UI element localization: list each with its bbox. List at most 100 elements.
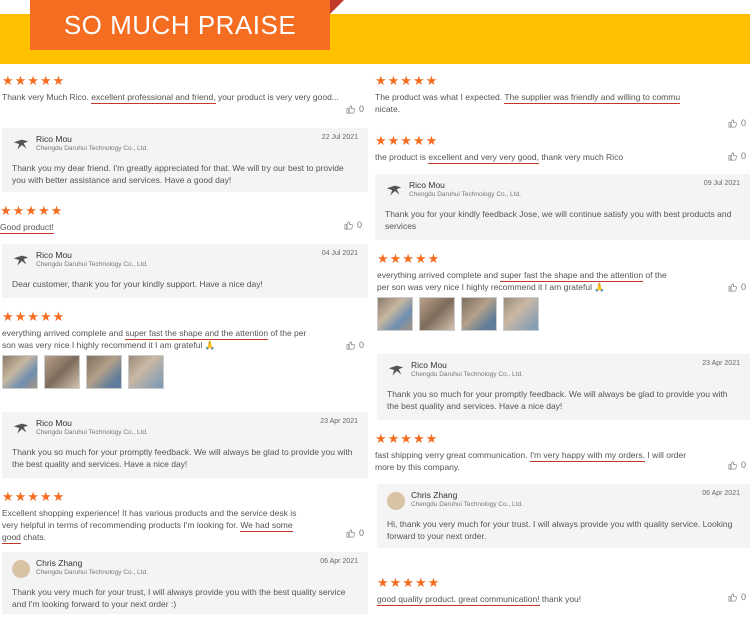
seller-company: Chengdu Daruhui Technology Co., Ltd. (36, 429, 148, 436)
like-button[interactable]: 0 (346, 340, 364, 350)
review-item: ★★★★★ Good product! 0 (0, 203, 366, 234)
seller-name: Rico Mou (36, 134, 72, 144)
seller-reply: Chris Zhang Chengdu Daruhui Technology Co… (2, 552, 368, 614)
like-button[interactable]: 0 (728, 282, 746, 292)
review-photo[interactable] (503, 297, 539, 331)
seller-name: Rico Mou (411, 360, 447, 370)
thumbs-up-icon (728, 119, 737, 127)
like-button[interactable]: 0 (346, 528, 364, 538)
review-photo[interactable] (377, 297, 413, 331)
reply-text: Thank you so much for your promptly feed… (12, 447, 353, 469)
like-button[interactable]: 0 (728, 592, 746, 602)
banner-fold (330, 0, 344, 14)
review-item: ★★★★★ good quality product. great commun… (377, 575, 750, 606)
star-rating: ★★★★★ (2, 489, 66, 504)
thumbs-up-icon (346, 105, 355, 113)
reply-text: Hi, thank you very much for your trust. … (387, 519, 733, 541)
banner: SO MUCH PRAISE (0, 0, 750, 64)
reply-date: 06 Apr 2021 (320, 558, 358, 565)
review-text: fast shipping verry great communication.… (375, 450, 687, 472)
like-button[interactable]: 0 (728, 460, 746, 470)
thumbs-up-icon (728, 283, 737, 291)
seller-company: Chengdu Daruhui Technology Co., Ltd. (411, 371, 523, 378)
review-photo[interactable] (128, 355, 164, 389)
like-count: 0 (358, 340, 364, 350)
like-count: 0 (740, 460, 746, 470)
seller-reply: Rico Mou Chengdu Daruhui Technology Co., … (2, 412, 368, 478)
reply-text: Thank you my dear friend. I'm greatly ap… (12, 163, 344, 185)
review-text: the product is excellent and very very g… (375, 152, 624, 164)
reply-text: Thank you very much for your trust, I wi… (12, 587, 346, 609)
star-rating: ★★★★★ (375, 133, 439, 148)
banner-title: SO MUCH PRAISE (63, 9, 297, 40)
review-text: Good product! (0, 222, 54, 234)
star-rating: ★★★★★ (377, 251, 441, 266)
seller-name: Rico Mou (409, 180, 445, 190)
like-count: 0 (358, 104, 364, 114)
review-item: ★★★★★ Excellent shopping experience! It … (2, 489, 368, 544)
like-button[interactable]: 0 (728, 118, 746, 128)
seller-company: Chengdu Daruhui Technology Co., Ltd. (36, 145, 148, 152)
thumbs-up-icon (728, 152, 737, 160)
seller-name: Chris Zhang (36, 558, 83, 568)
review-photo[interactable] (419, 297, 455, 331)
like-count: 0 (740, 151, 746, 161)
review-photo[interactable] (86, 355, 122, 389)
seller-name: Rico Mou (36, 418, 72, 428)
seller-reply: Rico Mou Chengdu Daruhui Technology Co., … (2, 128, 368, 192)
thumbs-up-icon (346, 529, 355, 537)
star-rating: ★★★★★ (2, 309, 66, 324)
banner-title-box: SO MUCH PRAISE (30, 0, 330, 50)
review-photos (377, 297, 750, 331)
review-item: ★★★★★ The product was what I expected. T… (375, 73, 750, 129)
seller-logo-icon (13, 423, 29, 434)
seller-logo-icon (388, 365, 404, 376)
reply-date: 22 Jul 2021 (321, 134, 358, 141)
like-button[interactable]: 0 (728, 151, 746, 161)
seller-logo-icon (13, 139, 29, 150)
review-photo[interactable] (461, 297, 497, 331)
like-count: 0 (740, 592, 746, 602)
review-photo[interactable] (44, 355, 80, 389)
like-count: 0 (358, 528, 364, 538)
review-text: The product was what I expected. The sup… (375, 92, 681, 114)
seller-company: Chengdu Daruhui Technology Co., Ltd. (409, 191, 521, 198)
review-text: good quality product. great communicatio… (377, 594, 582, 606)
reply-text: Dear customer, thank you for your kindly… (12, 279, 263, 289)
seller-avatar (12, 560, 30, 578)
review-photos (2, 355, 368, 389)
seller-name: Rico Mou (36, 250, 72, 260)
review-text: Thank very Much Rico. excellent professi… (2, 92, 339, 104)
star-rating: ★★★★★ (2, 73, 66, 88)
star-rating: ★★★★★ (0, 203, 64, 218)
review-text: Excellent shopping experience! It has va… (2, 508, 297, 544)
seller-company: Chengdu Daruhui Technology Co., Ltd. (36, 261, 148, 268)
reply-date: 09 Jul 2021 (703, 180, 740, 187)
reply-date: 06 Apr 2021 (702, 490, 740, 497)
thumbs-up-icon (344, 221, 353, 229)
seller-company: Chengdu Daruhui Technology Co., Ltd. (411, 501, 523, 508)
review-photo[interactable] (2, 355, 38, 389)
star-rating: ★★★★★ (375, 73, 439, 88)
seller-company: Chengdu Daruhui Technology Co., Ltd. (36, 569, 148, 576)
seller-logo-icon (386, 185, 402, 196)
review-text: everything arrived complete and super fa… (2, 328, 307, 350)
like-count: 0 (740, 282, 746, 292)
like-button[interactable]: 0 (346, 104, 364, 114)
review-text: everything arrived complete and super fa… (377, 270, 667, 292)
reply-date: 04 Jul 2021 (321, 250, 358, 257)
like-button[interactable]: 0 (344, 220, 362, 230)
seller-reply: Rico Mou Chengdu Daruhui Technology Co., … (375, 174, 750, 240)
thumbs-up-icon (728, 461, 737, 469)
like-count: 0 (356, 220, 362, 230)
seller-reply: Rico Mou Chengdu Daruhui Technology Co., … (377, 354, 750, 420)
reply-date: 23 Apr 2021 (702, 360, 740, 367)
thumbs-up-icon (728, 593, 737, 601)
seller-avatar (387, 492, 405, 510)
review-item: ★★★★★ Thank very Much Rico. excellent pr… (2, 73, 368, 115)
review-item: ★★★★★ everything arrived complete and su… (2, 310, 368, 389)
like-count: 0 (740, 118, 746, 128)
star-rating: ★★★★★ (377, 575, 441, 590)
star-rating: ★★★★★ (375, 431, 439, 446)
review-item: ★★★★★ fast shipping verry great communic… (375, 432, 750, 473)
